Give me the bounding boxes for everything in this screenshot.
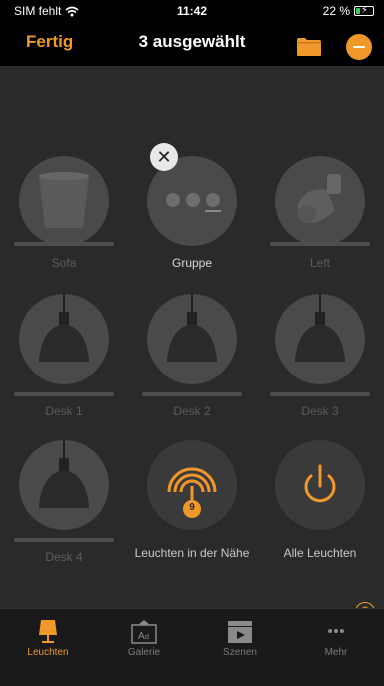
light-label: Desk 3 bbox=[301, 404, 339, 418]
brightness-bar[interactable] bbox=[142, 392, 242, 396]
nearby-signal-icon bbox=[167, 467, 217, 518]
brightness-bar[interactable] bbox=[270, 242, 370, 246]
light-tile-desk-2[interactable]: Desk 2 bbox=[128, 294, 256, 444]
lamp-icon bbox=[39, 620, 57, 643]
light-tile-desk-4[interactable]: Desk 4 bbox=[0, 440, 128, 590]
battery-fill bbox=[356, 8, 360, 14]
all-lights-label: Alle Leuchten bbox=[283, 546, 357, 560]
svg-text:A: A bbox=[138, 631, 145, 642]
pendant-lamp-icon bbox=[39, 294, 89, 362]
power-icon bbox=[304, 464, 336, 503]
tab-label: Galerie bbox=[127, 647, 161, 658]
light-label: Sofa bbox=[51, 256, 77, 270]
gallery-icon: A d bbox=[131, 620, 157, 644]
brightness-bar[interactable] bbox=[14, 538, 114, 542]
pendant-lamp-icon bbox=[167, 294, 217, 362]
brightness-bar[interactable] bbox=[14, 242, 114, 246]
svg-text:d: d bbox=[145, 634, 149, 641]
light-label: Gruppe bbox=[171, 256, 213, 270]
light-thumbnail bbox=[19, 294, 109, 384]
nearby-count-badge: 9 bbox=[189, 502, 195, 513]
all-lights-circle bbox=[275, 440, 365, 530]
light-label: Desk 4 bbox=[45, 550, 83, 564]
scenes-icon bbox=[228, 621, 252, 643]
pendant-lamp-icon bbox=[39, 440, 89, 508]
more-icon bbox=[328, 629, 344, 633]
nearby-label: Leuchten in der Nähe bbox=[134, 546, 250, 560]
page-title: 3 ausgewählt bbox=[138, 32, 246, 51]
tab-bar: Leuchten A d Galerie Szenen Mehr bbox=[0, 608, 384, 686]
spotlight-icon bbox=[297, 174, 341, 223]
table-lamp-icon bbox=[39, 172, 89, 228]
charging-bolt-icon: ⚡ bbox=[361, 5, 369, 16]
navigation-bar: Fertig 3 ausgewählt bbox=[0, 22, 384, 66]
light-thumbnail bbox=[147, 294, 237, 384]
status-right: 22 % ⚡ bbox=[323, 4, 374, 18]
tab-label: Leuchten bbox=[27, 647, 69, 658]
lights-grid: Sofa Gruppe Left Desk 1 Desk 2 Desk 3 De… bbox=[0, 66, 384, 608]
light-tile-sofa[interactable]: Sofa bbox=[0, 156, 128, 306]
nearby-circle: 9 bbox=[147, 440, 237, 530]
deselect-button[interactable] bbox=[346, 34, 372, 60]
light-thumbnail bbox=[19, 440, 109, 530]
light-thumbnail bbox=[275, 156, 365, 246]
light-label: Desk 2 bbox=[173, 404, 211, 418]
tab-galerie[interactable]: A d Galerie bbox=[96, 609, 192, 686]
close-icon[interactable]: ✕ bbox=[150, 143, 178, 171]
light-label: Desk 1 bbox=[45, 404, 83, 418]
tab-label: Mehr bbox=[324, 647, 348, 658]
light-tile-desk-1[interactable]: Desk 1 bbox=[0, 294, 128, 444]
light-label: Left bbox=[309, 256, 330, 270]
nearby-lights-tile[interactable]: 9 Leuchten in der Nähe bbox=[128, 440, 256, 590]
brightness-bar[interactable] bbox=[14, 392, 114, 396]
brightness-bar[interactable] bbox=[270, 392, 370, 396]
all-lights-tile[interactable]: Alle Leuchten bbox=[256, 440, 384, 590]
status-bar: SIM fehlt 11:42 22 % ⚡ bbox=[0, 0, 384, 22]
tab-szenen[interactable]: Szenen bbox=[192, 609, 288, 686]
light-tile-desk-3[interactable]: Desk 3 bbox=[256, 294, 384, 444]
battery-percent: 22 % bbox=[322, 4, 350, 18]
pendant-lamp-icon bbox=[295, 294, 345, 362]
tab-mehr[interactable]: Mehr bbox=[288, 609, 384, 686]
tab-label: Szenen bbox=[223, 647, 257, 658]
light-thumbnail bbox=[275, 294, 365, 384]
folder-icon[interactable] bbox=[296, 37, 322, 57]
light-thumbnail bbox=[19, 156, 109, 246]
light-tile-left[interactable]: Left bbox=[256, 156, 384, 306]
tab-leuchten[interactable]: Leuchten bbox=[0, 609, 96, 686]
battery-icon: ⚡ bbox=[354, 5, 374, 16]
light-tile-group[interactable]: Gruppe bbox=[128, 156, 256, 306]
